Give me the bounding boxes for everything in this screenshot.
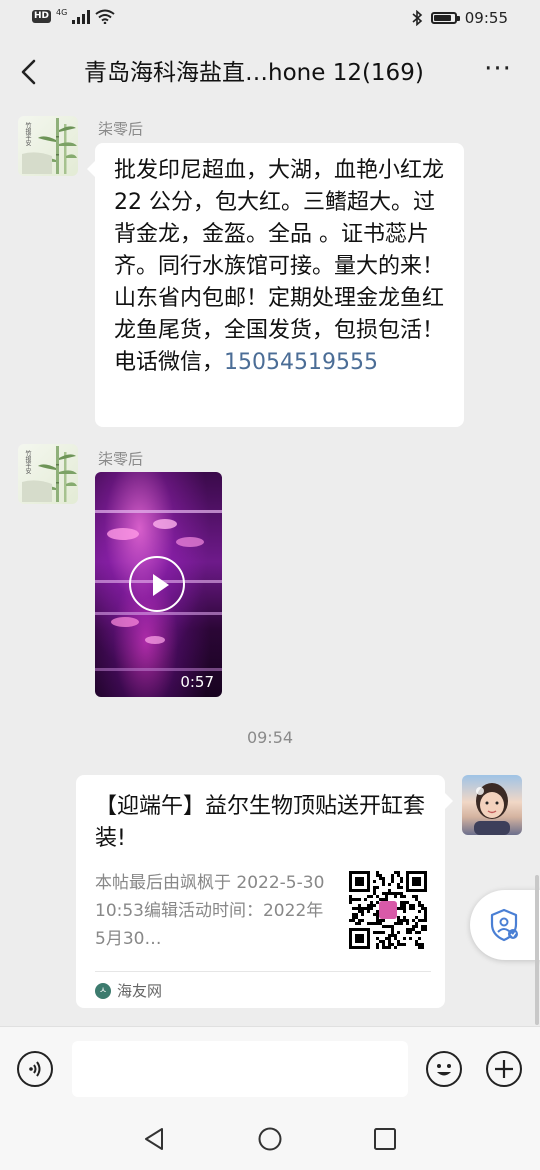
- link-card-divider: [95, 971, 431, 972]
- more-button[interactable]: ···: [478, 56, 518, 88]
- sender-avatar[interactable]: 竹报平安: [18, 116, 78, 176]
- emoji-icon: [437, 1064, 451, 1076]
- sender-name: 柒零后: [98, 120, 144, 138]
- video-message[interactable]: 0:57: [95, 472, 222, 697]
- qr-code-image: [349, 871, 427, 949]
- battery-icon: [430, 12, 460, 24]
- voice-button[interactable]: [17, 1051, 53, 1087]
- video-duration: 0:57: [180, 673, 214, 691]
- sender-name: 柒零后: [98, 450, 144, 468]
- nav-recents-icon: [374, 1128, 396, 1150]
- emoji-button[interactable]: [426, 1051, 462, 1087]
- link-card-message[interactable]: 【迎端午】益尔生物顶贴送开缸套装! 本帖最后由飒枫于 2022-5-3010:5…: [76, 775, 453, 1008]
- chat-header: 青岛海科海盐直…hone 12(169) ···: [0, 38, 540, 108]
- floating-security-button[interactable]: [470, 890, 540, 960]
- nav-back-icon: [145, 1128, 163, 1150]
- message-body: 批发印尼超血，大湖，血艳小红龙 22 公分，包大红。三鳍超大。过背金龙，金盔。全…: [114, 158, 445, 375]
- add-icon: [495, 1060, 513, 1078]
- nav-home-button[interactable]: [257, 1126, 283, 1152]
- source-logo-icon: ㅅ: [95, 982, 111, 999]
- avatar-caption: 竹报平安: [24, 450, 31, 474]
- link-card-title: 【迎端午】益尔生物顶贴送开缸套装!: [95, 794, 426, 851]
- back-button[interactable]: [16, 58, 44, 86]
- cellular-signal-icon: [72, 9, 91, 24]
- message-text: 批发印尼超血，大湖，血艳小红龙 22 公分，包大红。三鳍超大。过背金龙，金盔。全…: [114, 155, 450, 379]
- avatar-caption: 竹报平安: [24, 122, 31, 146]
- phone-number-link[interactable]: 15054519555: [224, 350, 378, 375]
- scrollbar[interactable]: [535, 875, 539, 1025]
- more-icon: ···: [484, 54, 512, 84]
- battery-fill: [433, 15, 451, 21]
- message-input[interactable]: [72, 1041, 408, 1097]
- source-name: 海友网: [117, 982, 163, 1000]
- text-message-bubble[interactable]: 批发印尼超血，大湖，血艳小红龙 22 公分，包大红。三鳍超大。过背金龙，金盔。全…: [87, 143, 464, 427]
- status-bar: HD 4G 09:55: [0, 0, 540, 38]
- system-nav-bar: [0, 1106, 540, 1170]
- bluetooth-icon: [412, 10, 422, 26]
- my-avatar[interactable]: [462, 775, 522, 835]
- nav-back-button[interactable]: [142, 1126, 168, 1152]
- nav-recents-button[interactable]: [372, 1126, 398, 1152]
- play-button[interactable]: [129, 556, 185, 612]
- network-type-label: 4G: [56, 8, 68, 17]
- shield-icon: [490, 908, 518, 942]
- qr-code-graphic: [349, 871, 427, 949]
- back-arrow-icon: [21, 59, 36, 85]
- add-button[interactable]: [486, 1051, 522, 1087]
- voice-icon: [29, 1061, 41, 1077]
- network-indicators: HD 4G: [32, 8, 115, 24]
- hd-badge: HD: [32, 10, 52, 23]
- child-portrait-graphic: [474, 783, 510, 835]
- link-card-description: 本帖最后由飒枫于 2022-5-3010:53编辑活动时间：2022年5月30…: [95, 873, 325, 949]
- status-right: 09:55: [411, 9, 508, 27]
- link-card-source: ㅅ 海友网: [95, 980, 162, 1001]
- chat-timestamp: 09:54: [246, 728, 294, 747]
- wifi-icon: [95, 9, 115, 24]
- sender-avatar[interactable]: 竹报平安: [18, 444, 78, 504]
- input-bar: [0, 1026, 540, 1107]
- chat-title: 青岛海科海盐直…hone 12(169): [84, 60, 424, 86]
- nav-home-icon: [258, 1127, 282, 1151]
- status-time: 09:55: [464, 9, 508, 27]
